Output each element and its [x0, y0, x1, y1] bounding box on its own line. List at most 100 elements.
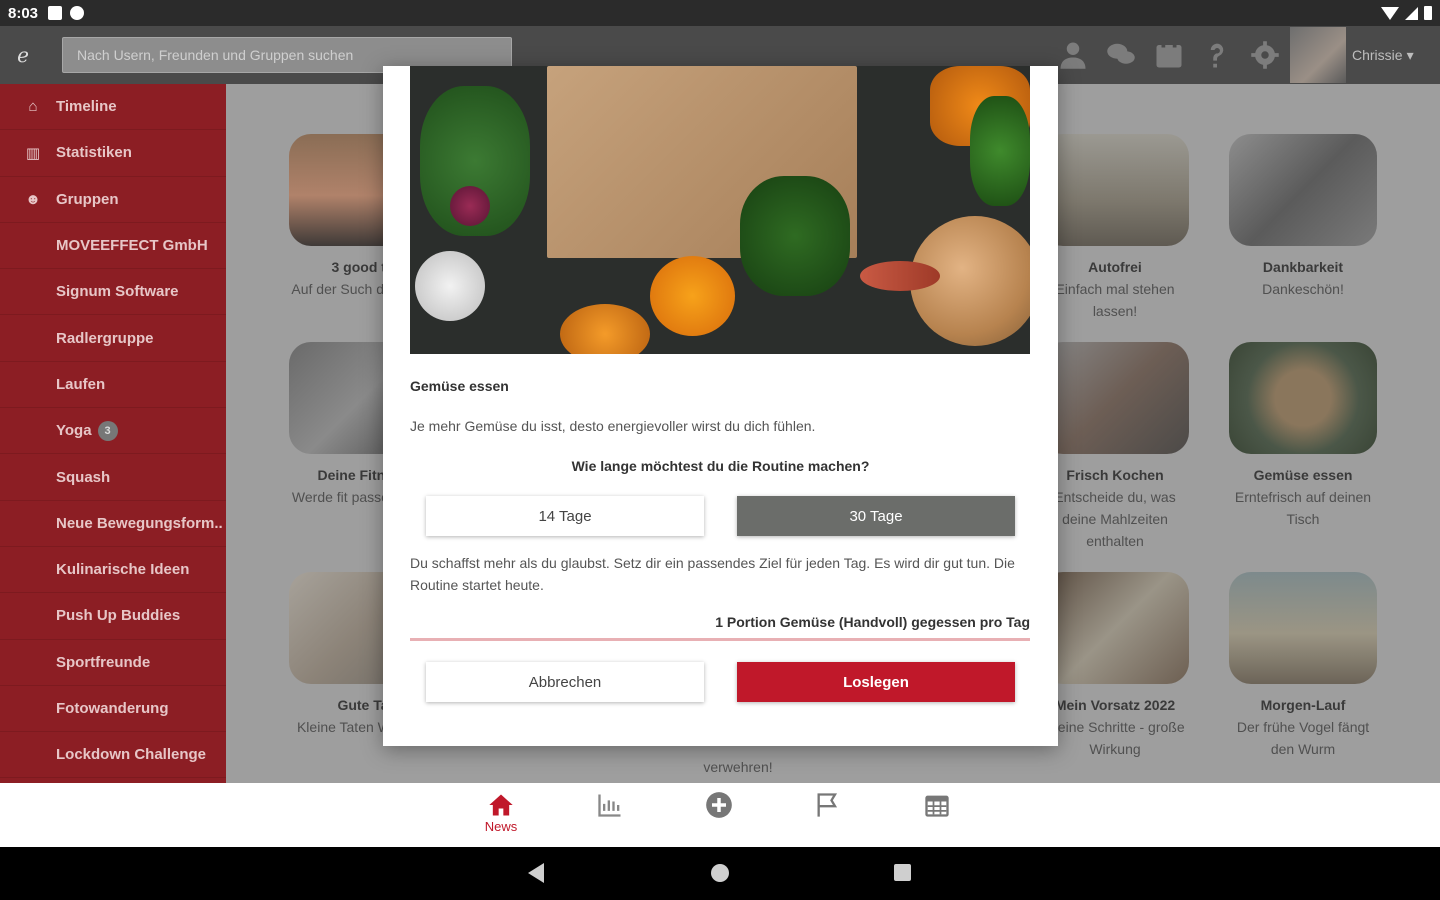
sidebar-item-group[interactable]: Lockdown Challenge [0, 732, 226, 779]
help-icon[interactable] [1202, 40, 1232, 70]
routine-card[interactable]: Frisch Kochen Entscheide du, was deine M… [1040, 342, 1190, 552]
card-description: Kleine Schritte - große Wirkung [1045, 719, 1185, 757]
card-description: Dankeschön! [1262, 281, 1344, 297]
routine-card[interactable]: Gemüse essen Erntefrisch auf deinen Tisc… [1228, 342, 1378, 530]
recent-apps-icon[interactable] [894, 864, 911, 881]
sidebar-item-statistiken[interactable]: ▥ Statistiken [0, 130, 226, 177]
wifi-icon [1381, 6, 1399, 20]
bar-chart-icon [598, 794, 621, 817]
routine-description: Je mehr Gemüse du isst, desto energievol… [410, 418, 816, 434]
sidebar-item-group[interactable]: Squash [0, 454, 226, 501]
back-icon[interactable] [528, 863, 544, 883]
nav-add[interactable] [689, 791, 749, 839]
flag-icon [817, 793, 838, 817]
routine-card[interactable]: Morgen-Lauf Der frühe Vogel fängt den Wu… [1228, 572, 1378, 760]
nav-calendar[interactable] [907, 791, 967, 839]
card-title: Morgen-Lauf [1260, 697, 1346, 713]
sidebar-item-label: Sportfreunde [56, 653, 151, 671]
card-title: Mein Vorsatz 2022 [1054, 697, 1176, 713]
search-placeholder: Nach Usern, Freunden und Gruppen suchen [77, 47, 354, 63]
sidebar-item-group[interactable]: Neue Bewegungsform... [0, 501, 226, 547]
sidebar-item-label: MOVEEFFECT GmbH [56, 237, 208, 255]
duration-option-30-days[interactable]: 30 Tage [737, 496, 1015, 536]
sidebar-item-label: Neue Bewegungsform... [56, 514, 222, 532]
sidebar-item-group[interactable]: Laufen [0, 362, 226, 409]
card-description: Einfach mal stehen lassen! [1055, 281, 1175, 319]
bottom-nav: News [0, 783, 1440, 847]
card-description: Erntefrisch auf deinen Tisch [1234, 489, 1372, 527]
card-image [1041, 342, 1189, 454]
user-menu[interactable]: Chrissie ▾ [1290, 26, 1440, 84]
home-button-icon[interactable] [711, 864, 729, 882]
notification-badge: 3 [97, 420, 118, 441]
sidebar-item-label: Timeline [56, 98, 117, 116]
user-icon[interactable] [1058, 40, 1088, 70]
nav-challenges[interactable] [798, 791, 858, 839]
sidebar-item-group[interactable]: Push Up Buddies [0, 593, 226, 640]
sidebar-item-group[interactable]: Radlergruppe [0, 315, 226, 362]
status-time: 8:03 [8, 4, 39, 22]
duration-option-14-days[interactable]: 14 Tage [426, 496, 704, 536]
user-name: Chrissie [1352, 47, 1403, 63]
card-description-fragment: verwehren! [663, 756, 813, 778]
sidebar-item-group[interactable]: Fotowanderung [0, 686, 226, 733]
status-bar: 8:03 [0, 0, 1440, 26]
chat-icon[interactable] [1106, 40, 1136, 70]
header-icons [1058, 26, 1280, 84]
card-title: Frisch Kochen [1066, 467, 1164, 483]
card-image [1229, 342, 1377, 454]
daily-goal-field[interactable]: 1 Portion Gemüse (Handvoll) gegessen pro… [410, 614, 1030, 641]
sidebar-item-group[interactable]: Signum Software [0, 269, 226, 316]
card-image [1229, 572, 1377, 684]
sidebar-item-label: Lockdown Challenge [56, 746, 207, 764]
home-icon [489, 794, 513, 816]
squash-graphic [650, 256, 735, 336]
sidebar-item-label: Statistiken [56, 144, 132, 162]
sidebar-item-group[interactable]: Sportfreunde [0, 640, 226, 686]
settings-gear-icon[interactable] [1250, 40, 1280, 70]
routine-card[interactable]: Dankbarkeit Dankeschön! [1228, 134, 1378, 300]
status-right-icons [1381, 6, 1432, 20]
users-icon: ☻ [25, 190, 41, 208]
routine-card[interactable]: Mein Vorsatz 2022 Kleine Schritte - groß… [1040, 572, 1190, 760]
card-title: Gemüse essen [1253, 467, 1353, 483]
card-description: verwehren! [703, 759, 773, 775]
battery-icon [1424, 6, 1432, 20]
routine-card[interactable]: Autofrei Einfach mal stehen lassen! [1040, 134, 1190, 322]
sidebar-item-label: Squash [56, 468, 111, 486]
routine-title: Gemüse essen [410, 378, 509, 394]
routine-image [410, 66, 1030, 354]
nav-statistics[interactable] [580, 791, 640, 839]
routine-dialog: Gemüse essen Je mehr Gemüse du isst, des… [383, 66, 1058, 746]
app-logo-icon[interactable]: ℯ [0, 26, 46, 84]
bar-chart-icon: ▥ [25, 144, 41, 162]
sd-card-icon [48, 6, 63, 20]
nav-label: News [484, 819, 518, 834]
card-image [1041, 134, 1189, 246]
sidebar-item-gruppen[interactable]: ☻ Gruppen [0, 177, 226, 223]
card-description: Der frühe Vogel fängt den Wurm [1236, 719, 1370, 757]
calendar-icon [925, 795, 949, 817]
sidebar-item-group[interactable]: MOVEEFFECT GmbH [0, 223, 226, 270]
card-title: Autofrei [1088, 259, 1142, 275]
avatar [1290, 27, 1346, 83]
start-button[interactable]: Loslegen [737, 662, 1015, 702]
onion-graphic [450, 186, 490, 226]
sidebar-item-label: Kulinarische Ideen [56, 561, 190, 579]
card-image [1229, 134, 1377, 246]
sidebar-item-timeline[interactable]: ⌂ Timeline [0, 84, 226, 131]
signal-icon [1405, 6, 1418, 20]
salt-bowl-graphic [415, 251, 485, 321]
cancel-button[interactable]: Abbrechen [426, 662, 704, 702]
sidebar-item-group[interactable]: Kulinarische Ideen [0, 547, 226, 594]
sidebar-item-label: Radlergruppe [56, 329, 154, 347]
card-title: Dankbarkeit [1262, 259, 1344, 275]
routine-hint: Du schaffst mehr als du glaubst. Setz di… [410, 555, 1015, 593]
calendar-icon[interactable] [1154, 40, 1184, 70]
squash-graphic [560, 304, 650, 354]
plus-circle-icon [706, 792, 732, 818]
goal-text: Portion Gemüse (Handvoll) gegessen pro T… [726, 614, 1030, 630]
sidebar-item-group[interactable]: Yoga 3 [0, 408, 226, 455]
nav-news[interactable]: News [471, 791, 531, 839]
sidebar-item-label: Gruppen [56, 190, 119, 208]
